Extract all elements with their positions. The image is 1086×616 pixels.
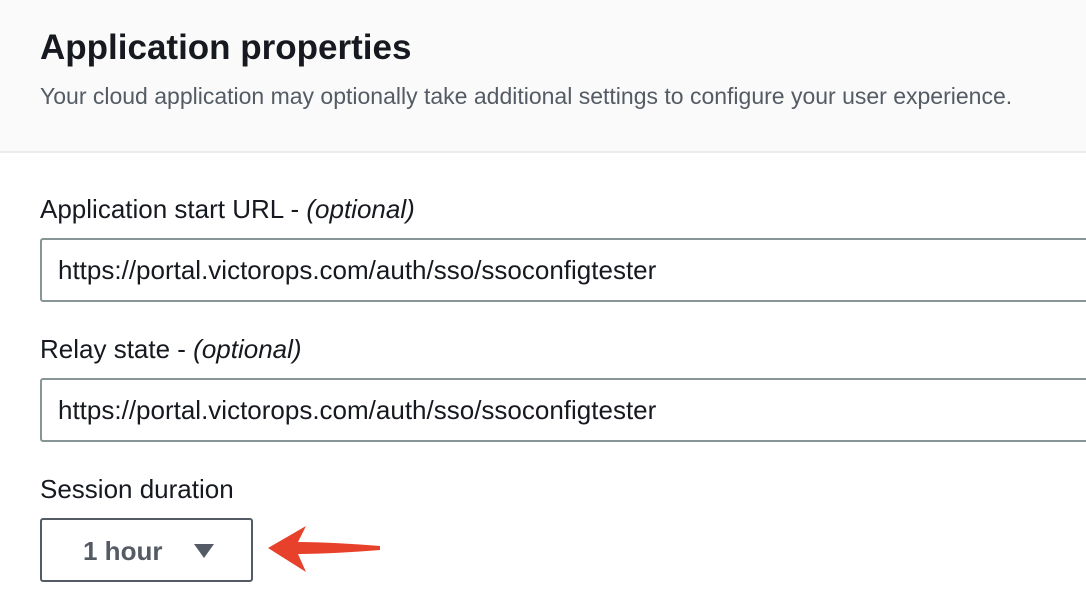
start-url-optional-text: (optional) xyxy=(306,194,415,224)
relay-state-input[interactable] xyxy=(40,378,1086,442)
start-url-input[interactable] xyxy=(40,238,1086,302)
red-arrow-icon xyxy=(268,526,380,572)
section-header: Application properties Your cloud applic… xyxy=(0,0,1086,153)
relay-state-optional-text: (optional) xyxy=(193,334,302,364)
start-url-label-text: Application start URL - xyxy=(40,194,307,224)
relay-state-label: Relay state - (optional) xyxy=(40,334,302,365)
start-url-label: Application start URL - (optional) xyxy=(40,194,415,225)
session-duration-value: 1 hour xyxy=(83,536,163,566)
session-duration-select[interactable]: 1 hour xyxy=(40,518,253,582)
section-title: Application properties xyxy=(40,28,412,67)
section-description: Your cloud application may optionally ta… xyxy=(40,83,1013,109)
session-duration-label: Session duration xyxy=(40,474,234,504)
application-properties-page: Application properties Your cloud applic… xyxy=(0,0,1086,616)
relay-state-label-text: Relay state - xyxy=(40,334,194,364)
caret-down-icon xyxy=(194,544,214,558)
